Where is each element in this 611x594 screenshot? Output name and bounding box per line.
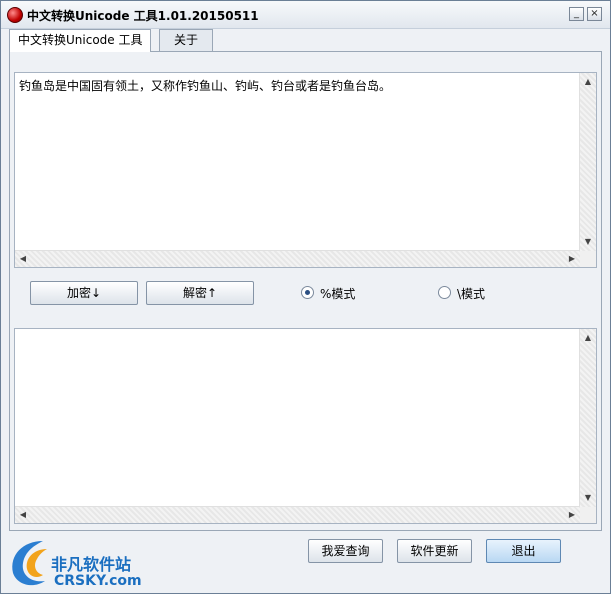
output-horizontal-scrollbar[interactable]: ◀ ▶ <box>15 506 580 523</box>
percent-mode-label[interactable]: %模式 <box>320 285 355 302</box>
app-window: 中文转换Unicode 工具1.01.20150511 _ × 中文转换Unic… <box>0 0 611 594</box>
watermark: 非凡软件站 CRSKY.com <box>1 535 161 593</box>
scroll-up-icon[interactable]: ▲ <box>580 75 596 89</box>
tab-converter[interactable]: 中文转换Unicode 工具 <box>9 29 152 52</box>
input-textarea[interactable]: 钓鱼岛是中国固有领土，又称作钓鱼山、钓屿、钓台或者是钓鱼台岛。 ▲ ▼ ◀ ▶ <box>14 72 597 268</box>
watermark-name: 非凡软件站 <box>51 555 132 574</box>
scroll-corner <box>580 251 596 267</box>
close-button[interactable]: × <box>587 7 602 21</box>
tab-about[interactable]: 关于 <box>159 29 213 51</box>
backslash-mode-radio[interactable] <box>438 286 451 299</box>
scroll-down-icon[interactable]: ▼ <box>580 235 596 249</box>
minimize-button[interactable]: _ <box>569 7 584 21</box>
output-textarea[interactable]: ▲ ▼ ◀ ▶ <box>14 328 597 524</box>
watermark-domain: CRSKY.com <box>54 573 142 589</box>
window-title: 中文转换Unicode 工具1.01.20150511 <box>27 9 259 23</box>
input-text: 钓鱼岛是中国固有领土，又称作钓鱼山、钓屿、钓台或者是钓鱼台岛。 <box>19 79 392 93</box>
scroll-left-icon[interactable]: ◀ <box>15 252 31 266</box>
scroll-left-icon[interactable]: ◀ <box>15 508 31 522</box>
tab-panel: 钓鱼岛是中国固有领土，又称作钓鱼山、钓屿、钓台或者是钓鱼台岛。 ▲ ▼ ◀ ▶ … <box>9 51 602 531</box>
scroll-up-icon[interactable]: ▲ <box>580 331 596 345</box>
exit-button[interactable]: 退出 <box>486 539 561 563</box>
output-vertical-scrollbar[interactable]: ▲ ▼ <box>579 329 596 507</box>
scroll-down-icon[interactable]: ▼ <box>580 491 596 505</box>
watermark-logo-icon <box>12 541 47 586</box>
scroll-corner <box>580 507 596 523</box>
app-icon <box>7 7 23 23</box>
decrypt-button[interactable]: 解密↑ <box>146 281 254 305</box>
backslash-mode-label[interactable]: \模式 <box>457 285 485 302</box>
radio-selected-dot <box>305 290 310 295</box>
percent-mode-radio[interactable] <box>301 286 314 299</box>
title-bar[interactable]: 中文转换Unicode 工具1.01.20150511 _ × <box>1 1 610 29</box>
scroll-right-icon[interactable]: ▶ <box>564 508 580 522</box>
query-button[interactable]: 我爱查询 <box>308 539 383 563</box>
input-vertical-scrollbar[interactable]: ▲ ▼ <box>579 73 596 251</box>
scroll-right-icon[interactable]: ▶ <box>564 252 580 266</box>
update-button[interactable]: 软件更新 <box>397 539 472 563</box>
encrypt-button[interactable]: 加密↓ <box>30 281 138 305</box>
input-horizontal-scrollbar[interactable]: ◀ ▶ <box>15 250 580 267</box>
